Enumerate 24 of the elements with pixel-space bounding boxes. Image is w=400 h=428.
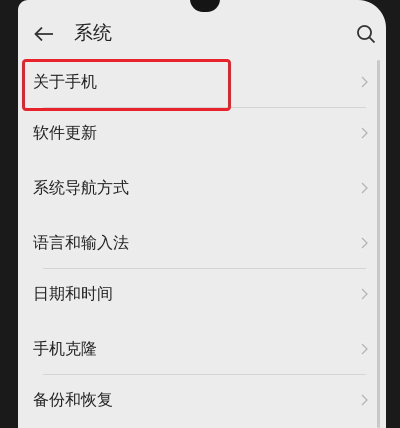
item-label: 日期和时间 bbox=[33, 283, 113, 305]
item-label: 语言和输入法 bbox=[33, 232, 129, 254]
chevron-icon bbox=[361, 394, 368, 406]
settings-item[interactable]: 关于手机 bbox=[18, 57, 386, 107]
back-arrow-icon[interactable] bbox=[34, 26, 54, 42]
item-label: 软件更新 bbox=[33, 122, 97, 144]
settings-item[interactable]: 备份和恢复 bbox=[18, 375, 386, 425]
settings-item[interactable]: 手机克隆 bbox=[18, 324, 386, 374]
item-label: 手机克隆 bbox=[33, 338, 97, 360]
chevron-icon bbox=[361, 237, 368, 249]
item-label: 关于手机 bbox=[33, 71, 97, 93]
chevron-icon bbox=[361, 288, 368, 300]
settings-item[interactable]: 系统导航方式 bbox=[18, 163, 386, 213]
settings-item[interactable]: 日期和时间 bbox=[18, 269, 386, 319]
item-label: 备份和恢复 bbox=[33, 389, 113, 411]
chevron-icon bbox=[361, 76, 368, 88]
settings-item[interactable]: 软件更新 bbox=[18, 108, 386, 158]
page-title: 系统 bbox=[74, 21, 112, 46]
settings-item[interactable]: 语言和输入法 bbox=[18, 218, 386, 268]
chevron-icon bbox=[361, 182, 368, 194]
chevron-icon bbox=[361, 127, 368, 139]
chevron-icon bbox=[361, 343, 368, 355]
item-label: 系统导航方式 bbox=[33, 177, 129, 199]
search-icon[interactable] bbox=[356, 24, 376, 44]
